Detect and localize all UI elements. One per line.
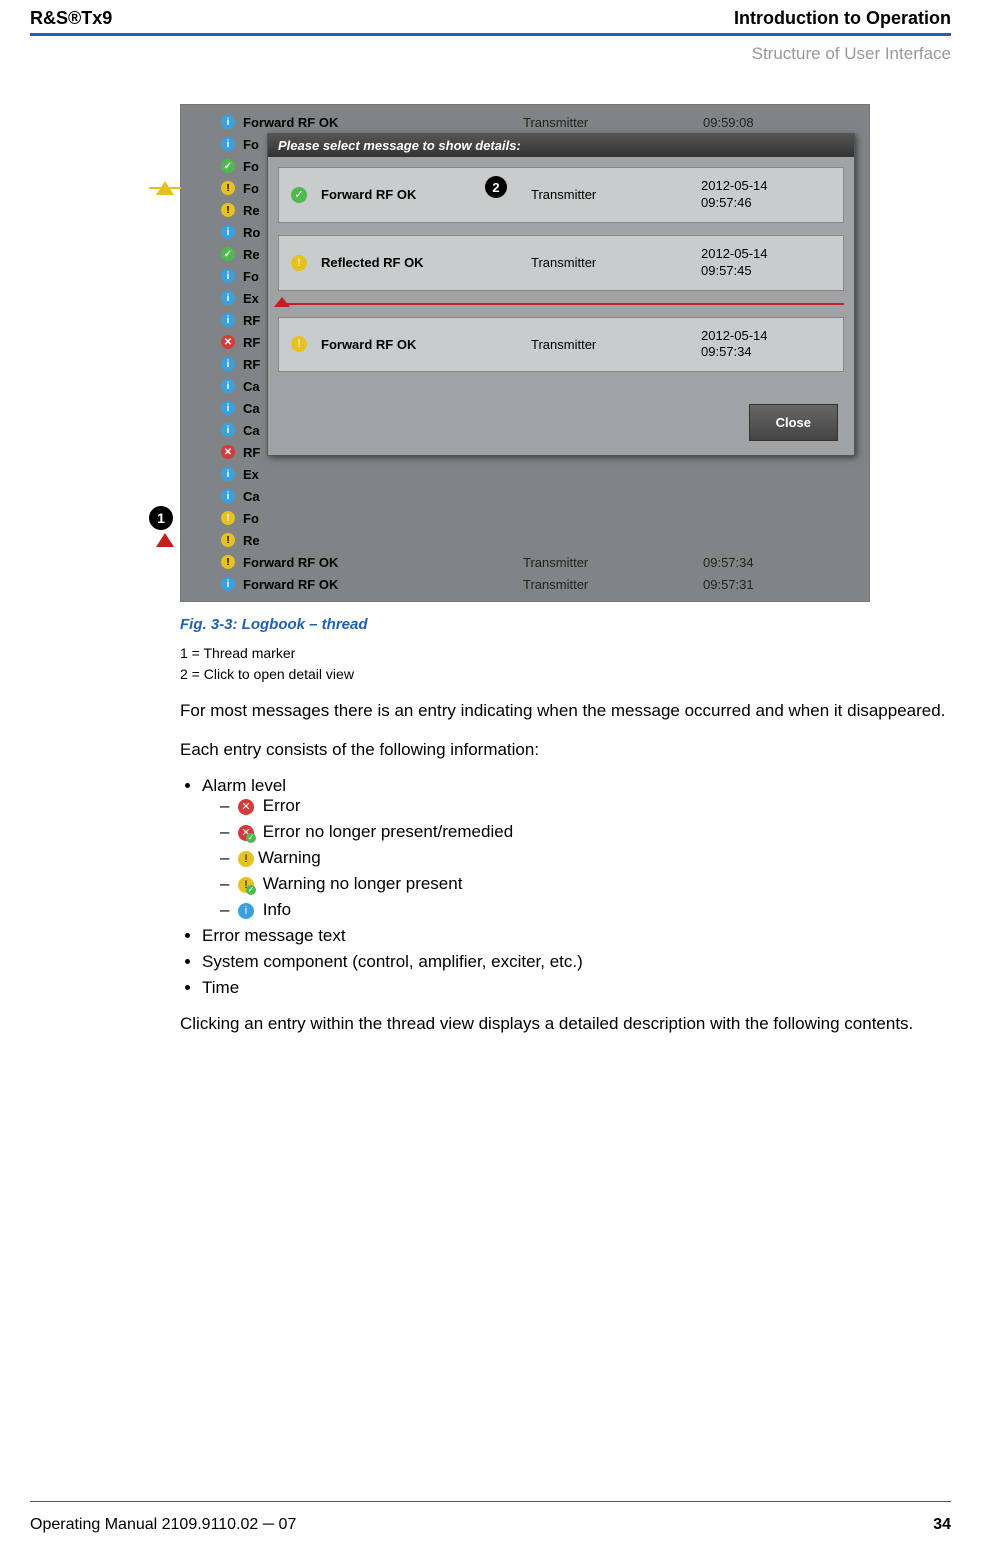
popup-source: Transmitter — [531, 187, 701, 202]
list-item-time: Time — [202, 978, 951, 998]
paragraph-2: Each entry consists of the following inf… — [180, 738, 951, 763]
log-source: Transmitter — [523, 577, 703, 592]
popup-timestamp: 2012-05-1409:57:46 — [701, 178, 768, 212]
info-icon: i — [221, 225, 235, 239]
info-icon: i — [221, 291, 235, 305]
popup-source: Transmitter — [531, 337, 701, 352]
log-row[interactable]: i Ex — [181, 463, 869, 485]
log-time: 09:57:31 — [703, 577, 754, 592]
figure-caption: Fig. 3-3: Logbook – thread — [180, 616, 951, 633]
legend-line-1: 1 = Thread marker — [180, 643, 951, 664]
warnok-icon: ! — [221, 511, 235, 525]
error-icon: ✕ — [238, 799, 254, 815]
info-icon: i — [238, 903, 254, 919]
close-button[interactable]: Close — [749, 404, 838, 441]
warn-icon: ! — [221, 533, 235, 547]
header-left: R&S®Tx9 — [30, 8, 112, 29]
list-item-warning-ok: ! Warning no longer present — [220, 874, 951, 894]
footer-rule — [30, 1501, 951, 1502]
footer-page-number: 34 — [933, 1516, 951, 1534]
popup-body: ✓Forward RF OKTransmitter2012-05-1409:57… — [268, 157, 854, 455]
info-icon: i — [221, 379, 235, 393]
ok-icon: ✓ — [221, 247, 235, 261]
list-item-alarm-level: Alarm level ✕ Error ✕ Error no longer pr… — [202, 776, 951, 920]
log-message: Fo — [243, 511, 523, 526]
popup-message: Reflected RF OK — [321, 255, 531, 270]
popup-message-item[interactable]: ! Reflected RF OKTransmitter2012-05-1409:… — [278, 235, 844, 291]
popup-timestamp: 2012-05-1409:57:34 — [701, 328, 768, 362]
warn-icon: ! — [291, 255, 307, 271]
callout-1: 1 — [149, 506, 173, 530]
thread-marker-icon — [149, 529, 181, 551]
log-message: Forward RF OK — [243, 115, 523, 130]
page-footer: Operating Manual 2109.9110.02 ─ 07 34 — [0, 1508, 981, 1534]
page-header: R&S®Tx9 Introduction to Operation — [0, 0, 981, 33]
legend-line-2: 2 = Click to open detail view — [180, 664, 951, 685]
list-item-error: ✕ Error — [220, 796, 951, 816]
info-icon: i — [221, 401, 235, 415]
log-message: Re — [243, 533, 523, 548]
log-row[interactable]: i Forward RF OKTransmitter09:59:08 — [181, 111, 869, 133]
log-message: Ca — [243, 489, 523, 504]
log-message: Ex — [243, 467, 523, 482]
warn-icon: ! — [291, 336, 307, 352]
info-icon: i — [221, 269, 235, 283]
info-icon: i — [221, 357, 235, 371]
popup-source: Transmitter — [531, 255, 701, 270]
popup-message-item[interactable]: ! Forward RF OKTransmitter2012-05-1409:57… — [278, 317, 844, 373]
list-item-error-ok: ✕ Error no longer present/remedied — [220, 822, 951, 842]
popup-message: Forward RF OK — [321, 337, 531, 352]
log-row[interactable]: ! Re — [181, 529, 869, 551]
detail-popup: Please select message to show details: ✓… — [267, 133, 855, 456]
info-icon: i — [221, 313, 235, 327]
warning-icon: ! — [238, 851, 254, 867]
popup-title: Please select message to show details: — [268, 134, 854, 157]
info-list: Alarm level ✕ Error ✕ Error no longer pr… — [180, 776, 951, 998]
log-row[interactable]: ! Forward RF OKTransmitter09:57:34 — [181, 551, 869, 573]
info-icon: i — [221, 115, 235, 129]
error-remedied-icon: ✕ — [238, 825, 254, 841]
header-right: Introduction to Operation — [734, 8, 951, 29]
info-icon: i — [221, 489, 235, 503]
list-item-sys-comp: System component (control, amplifier, ex… — [202, 952, 951, 972]
log-message: Forward RF OK — [243, 555, 523, 570]
errok-icon: ✕ — [221, 335, 235, 349]
callout-2: 2 — [485, 176, 507, 198]
log-message: Forward RF OK — [243, 577, 523, 592]
paragraph-1: For most messages there is an entry indi… — [180, 699, 951, 724]
log-row[interactable]: i Ca — [181, 485, 869, 507]
log-source: Transmitter — [523, 555, 703, 570]
info-icon: i — [221, 467, 235, 481]
logbook-screenshot: iForward RF OKTransmitter09:59:08iFo✓Fo!… — [180, 104, 870, 602]
subheader-right: Structure of User Interface — [0, 36, 981, 64]
popup-timestamp: 2012-05-1409:57:45 — [701, 246, 768, 280]
popup-message-item[interactable]: ✓Forward RF OKTransmitter2012-05-1409:57… — [278, 167, 844, 223]
err-icon: ✕ — [221, 445, 235, 459]
list-item-info: i Info — [220, 900, 951, 920]
footer-left: Operating Manual 2109.9110.02 ─ 07 — [30, 1516, 296, 1534]
log-time: 09:57:34 — [703, 555, 754, 570]
content-area: iForward RF OKTransmitter09:59:08iFo✓Fo!… — [0, 64, 981, 1037]
info-icon: i — [221, 423, 235, 437]
figure-legend: 1 = Thread marker 2 = Click to open deta… — [180, 643, 951, 685]
warn-icon: ! — [221, 555, 235, 569]
log-source: Transmitter — [523, 115, 703, 130]
paragraph-3: Clicking an entry within the thread view… — [180, 1012, 951, 1037]
warn-icon: ! — [221, 203, 235, 217]
list-item-msg-text: Error message text — [202, 926, 951, 946]
log-row[interactable]: 1!Fo — [181, 507, 869, 529]
red-separator — [278, 303, 844, 305]
ok-icon: ✓ — [291, 187, 307, 203]
log-row[interactable]: i Forward RF OKTransmitter09:57:31 — [181, 573, 869, 595]
ok-icon: ✓ — [221, 159, 235, 173]
log-time: 09:59:08 — [703, 115, 754, 130]
warn-icon: ! — [221, 181, 235, 195]
warning-remedied-icon: ! — [238, 877, 254, 893]
info-icon: i — [221, 137, 235, 151]
info-icon: i — [221, 577, 235, 591]
list-item-warning: !Warning — [220, 848, 951, 868]
